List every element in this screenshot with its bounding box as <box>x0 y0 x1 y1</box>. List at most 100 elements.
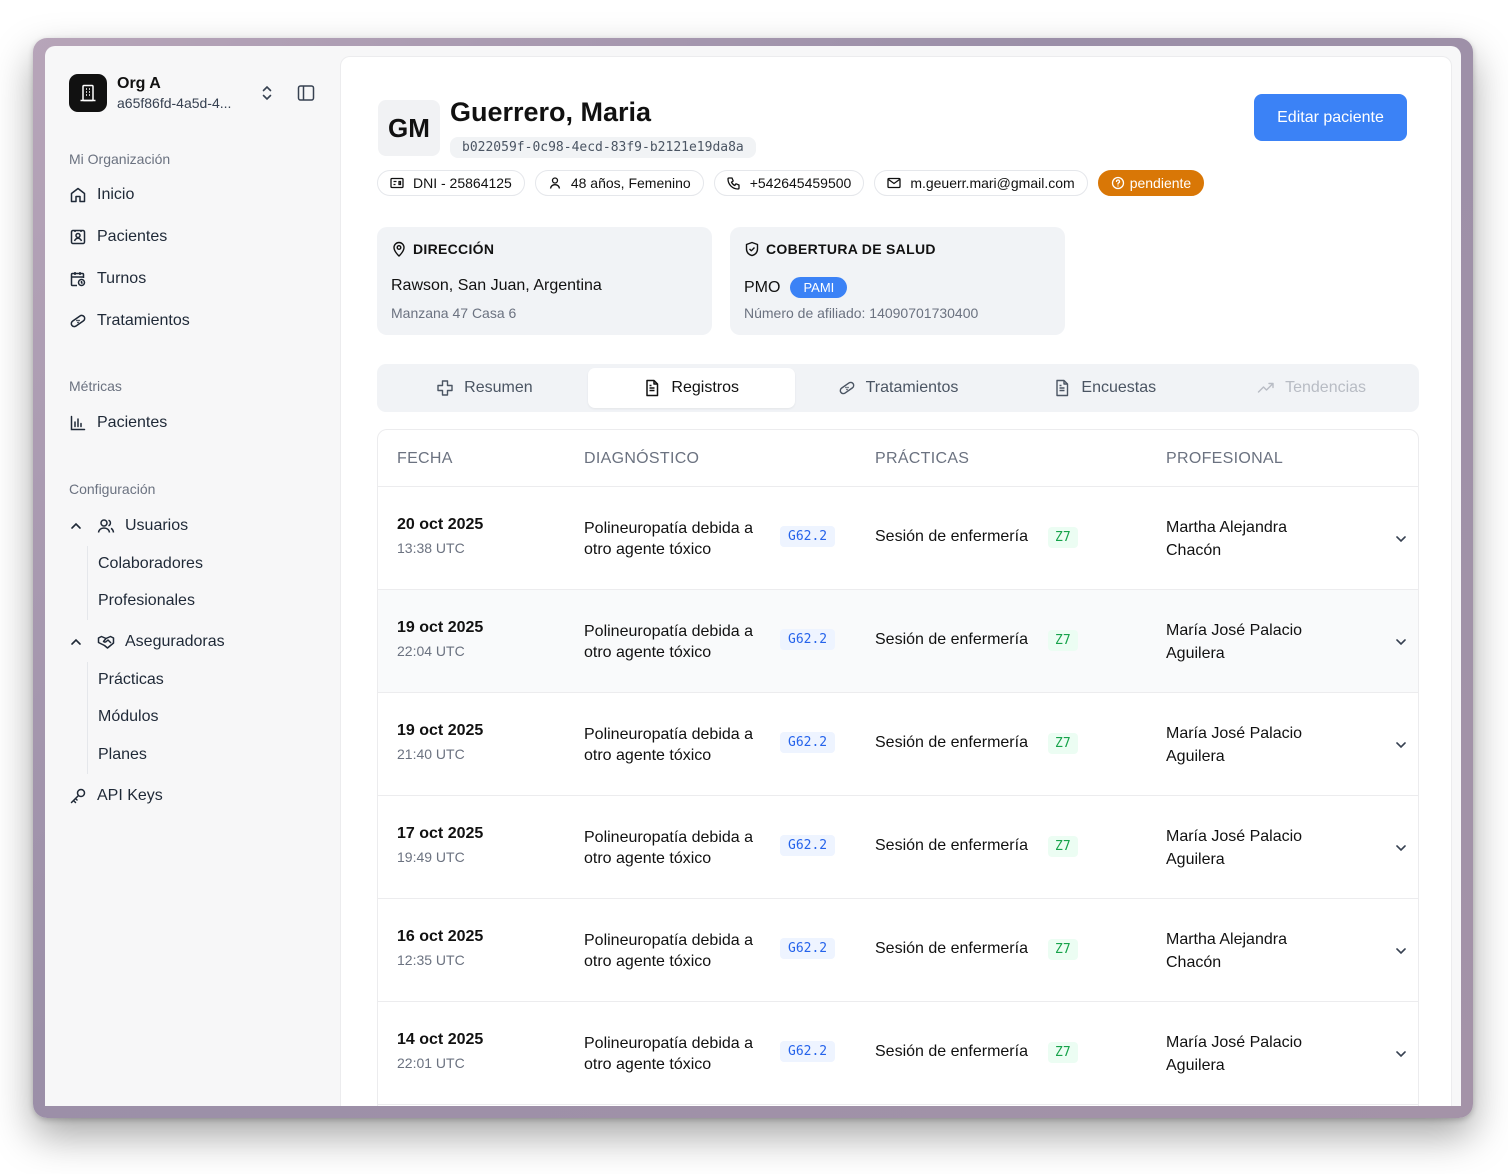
section-label-organization: Mi Organización <box>69 151 171 167</box>
sidebar-item-pacientes[interactable]: Pacientes <box>69 228 167 246</box>
sidebar-item-profesionales[interactable]: Profesionales <box>98 592 195 610</box>
record-time: 12:35 UTC <box>397 952 465 968</box>
record-time: 21:40 UTC <box>397 746 465 762</box>
users-icon <box>97 517 115 535</box>
document-icon <box>1053 379 1071 397</box>
patient-uuid: b022059f-0c98-4ecd-83f9-b2121e19da8a <box>450 137 756 158</box>
sidebar-item-api-keys[interactable]: API Keys <box>69 787 163 805</box>
record-professional: Martha Alejandra Chacón <box>1166 931 1287 971</box>
sidebar-item-planes[interactable]: Planes <box>98 746 147 764</box>
chevron-down-icon[interactable] <box>1394 532 1408 546</box>
sidebar-item-label: Aseguradoras <box>125 633 225 650</box>
chevron-down-icon[interactable] <box>1394 738 1408 752</box>
sidebar-item-inicio[interactable]: Inicio <box>69 186 134 204</box>
section-label-metrics: Métricas <box>69 378 122 394</box>
chevron-down-icon[interactable] <box>1394 1047 1408 1061</box>
address-title: DIRECCIÓN <box>413 241 495 257</box>
main-panel: GM Guerrero, Maria b022059f-0c98-4ecd-83… <box>340 56 1452 1106</box>
practice-code-badge: Z7 <box>1048 630 1078 651</box>
edit-patient-button[interactable]: Editar paciente <box>1254 94 1407 141</box>
record-professional: María José Palacio Aguilera <box>1166 828 1303 868</box>
help-circle-icon <box>1111 176 1125 190</box>
address-detail: Manzana 47 Casa 6 <box>391 305 517 321</box>
diagnosis-code-badge: G62.2 <box>780 835 836 856</box>
sidebar-toggle-icon[interactable] <box>297 84 315 107</box>
coverage-plan: PMO <box>744 278 781 296</box>
tab-resumen[interactable]: Resumen <box>381 368 588 408</box>
record-date: 19 oct 2025 <box>397 722 484 739</box>
age-gender-chip: 48 años, Femenino <box>534 170 704 196</box>
sidebar-item-practicas[interactable]: Prácticas <box>98 671 164 689</box>
sidebar-item-metricas-pacientes[interactable]: Pacientes <box>69 414 167 432</box>
table-row[interactable]: 19 oct 2025 21:40 UTC Polineuropatía debi… <box>378 693 1418 796</box>
record-diagnosis: Polineuropatía debida a otro agente tóxi… <box>584 520 754 558</box>
table-row[interactable]: 17 oct 2025 19:49 UTC Polineuropatía debi… <box>378 796 1418 899</box>
chevron-up-icon <box>69 519 83 533</box>
sidebar-item-label: Pacientes <box>97 414 168 431</box>
home-icon <box>69 186 87 204</box>
practice-code-badge: Z7 <box>1048 527 1078 548</box>
chevron-down-icon[interactable] <box>1394 841 1408 855</box>
table-row[interactable]: 14 oct 2025 22:01 UTC Polineuropatía debi… <box>378 1002 1418 1105</box>
patient-tabs: Resumen Registros Tratamientos Encuestas… <box>377 364 1419 412</box>
record-time: 19:49 UTC <box>397 849 465 865</box>
tab-registros[interactable]: Registros <box>587 368 795 408</box>
record-practice: Sesión de enfermería <box>875 734 1028 751</box>
chevron-down-icon[interactable] <box>1394 944 1408 958</box>
coverage-card: COBERTURA DE SALUD PMO PAMI Número de af… <box>730 227 1065 335</box>
table-row[interactable]: 20 oct 2025 13:38 UTC Polineuropatía debi… <box>378 487 1418 590</box>
sidebar: Org A a65f86fd-4a5d-4... Mi Organización… <box>45 46 339 1106</box>
insurer-badge: PAMI <box>790 277 848 298</box>
tab-tendencias: Tendencias <box>1208 368 1415 408</box>
record-practice: Sesión de enfermería <box>875 528 1028 545</box>
address-card: DIRECCIÓN Rawson, San Juan, Argentina Ma… <box>377 227 712 335</box>
sidebar-item-tratamientos[interactable]: Tratamientos <box>69 312 190 330</box>
email-chip[interactable]: m.geuerr.mari@gmail.com <box>874 170 1088 196</box>
chevron-up-icon <box>69 635 83 649</box>
tab-tratamientos[interactable]: Tratamientos <box>795 368 1002 408</box>
page-title: Guerrero, Maria <box>450 97 652 127</box>
record-diagnosis: Polineuropatía debida a otro agente tóxi… <box>584 726 754 764</box>
id-card-icon <box>390 176 404 190</box>
tab-encuestas[interactable]: Encuestas <box>1001 368 1208 408</box>
phone-chip[interactable]: +542645459500 <box>713 170 865 196</box>
sidebar-item-label: Pacientes <box>97 228 168 245</box>
record-time: 13:38 UTC <box>397 540 465 556</box>
org-logo-icon <box>69 74 107 112</box>
document-icon <box>643 379 661 397</box>
chevrons-up-down-icon[interactable] <box>259 84 275 107</box>
record-practice: Sesión de enfermería <box>875 940 1028 957</box>
sidebar-item-label: Tratamientos <box>97 312 190 329</box>
header-diagnostico: DIAGNÓSTICO <box>584 450 700 467</box>
practice-code-badge: Z7 <box>1048 939 1078 960</box>
sidebar-item-modulos[interactable]: Módulos <box>98 708 158 726</box>
tree-line <box>87 662 88 774</box>
record-practice: Sesión de enfermería <box>875 631 1028 648</box>
record-date: 19 oct 2025 <box>397 619 484 636</box>
avatar: GM <box>378 100 440 156</box>
chevron-down-icon[interactable] <box>1394 635 1408 649</box>
table-row[interactable]: 16 oct 2025 12:35 UTC Polineuropatía debi… <box>378 899 1418 1002</box>
patient-info-chips: DNI - 25864125 48 años, Femenino +542645… <box>377 170 1205 196</box>
record-time: 22:01 UTC <box>397 1055 465 1071</box>
record-professional: María José Palacio Aguilera <box>1166 1034 1303 1074</box>
practice-code-badge: Z7 <box>1048 733 1078 754</box>
tree-line <box>87 546 88 620</box>
sidebar-item-usuarios[interactable]: Usuarios <box>69 517 188 535</box>
diagnosis-code-badge: G62.2 <box>780 1041 836 1062</box>
org-switcher[interactable]: Org A a65f86fd-4a5d-4... <box>69 74 319 112</box>
dni-chip: DNI - 25864125 <box>377 170 525 196</box>
coverage-title: COBERTURA DE SALUD <box>766 241 936 257</box>
mail-icon <box>887 176 901 190</box>
key-icon <box>69 787 87 805</box>
address-main: Rawson, San Juan, Argentina <box>391 277 602 294</box>
sidebar-item-turnos[interactable]: Turnos <box>69 270 146 288</box>
calendar-clock-icon <box>69 270 87 288</box>
record-practice: Sesión de enfermería <box>875 1043 1028 1060</box>
diagnosis-code-badge: G62.2 <box>780 938 836 959</box>
record-date: 16 oct 2025 <box>397 928 484 945</box>
sidebar-item-colaboradores[interactable]: Colaboradores <box>98 555 203 573</box>
table-row[interactable]: 19 oct 2025 22:04 UTC Polineuropatía debi… <box>378 590 1418 693</box>
sidebar-item-aseguradoras[interactable]: Aseguradoras <box>69 633 225 651</box>
bandage-icon <box>838 379 856 397</box>
